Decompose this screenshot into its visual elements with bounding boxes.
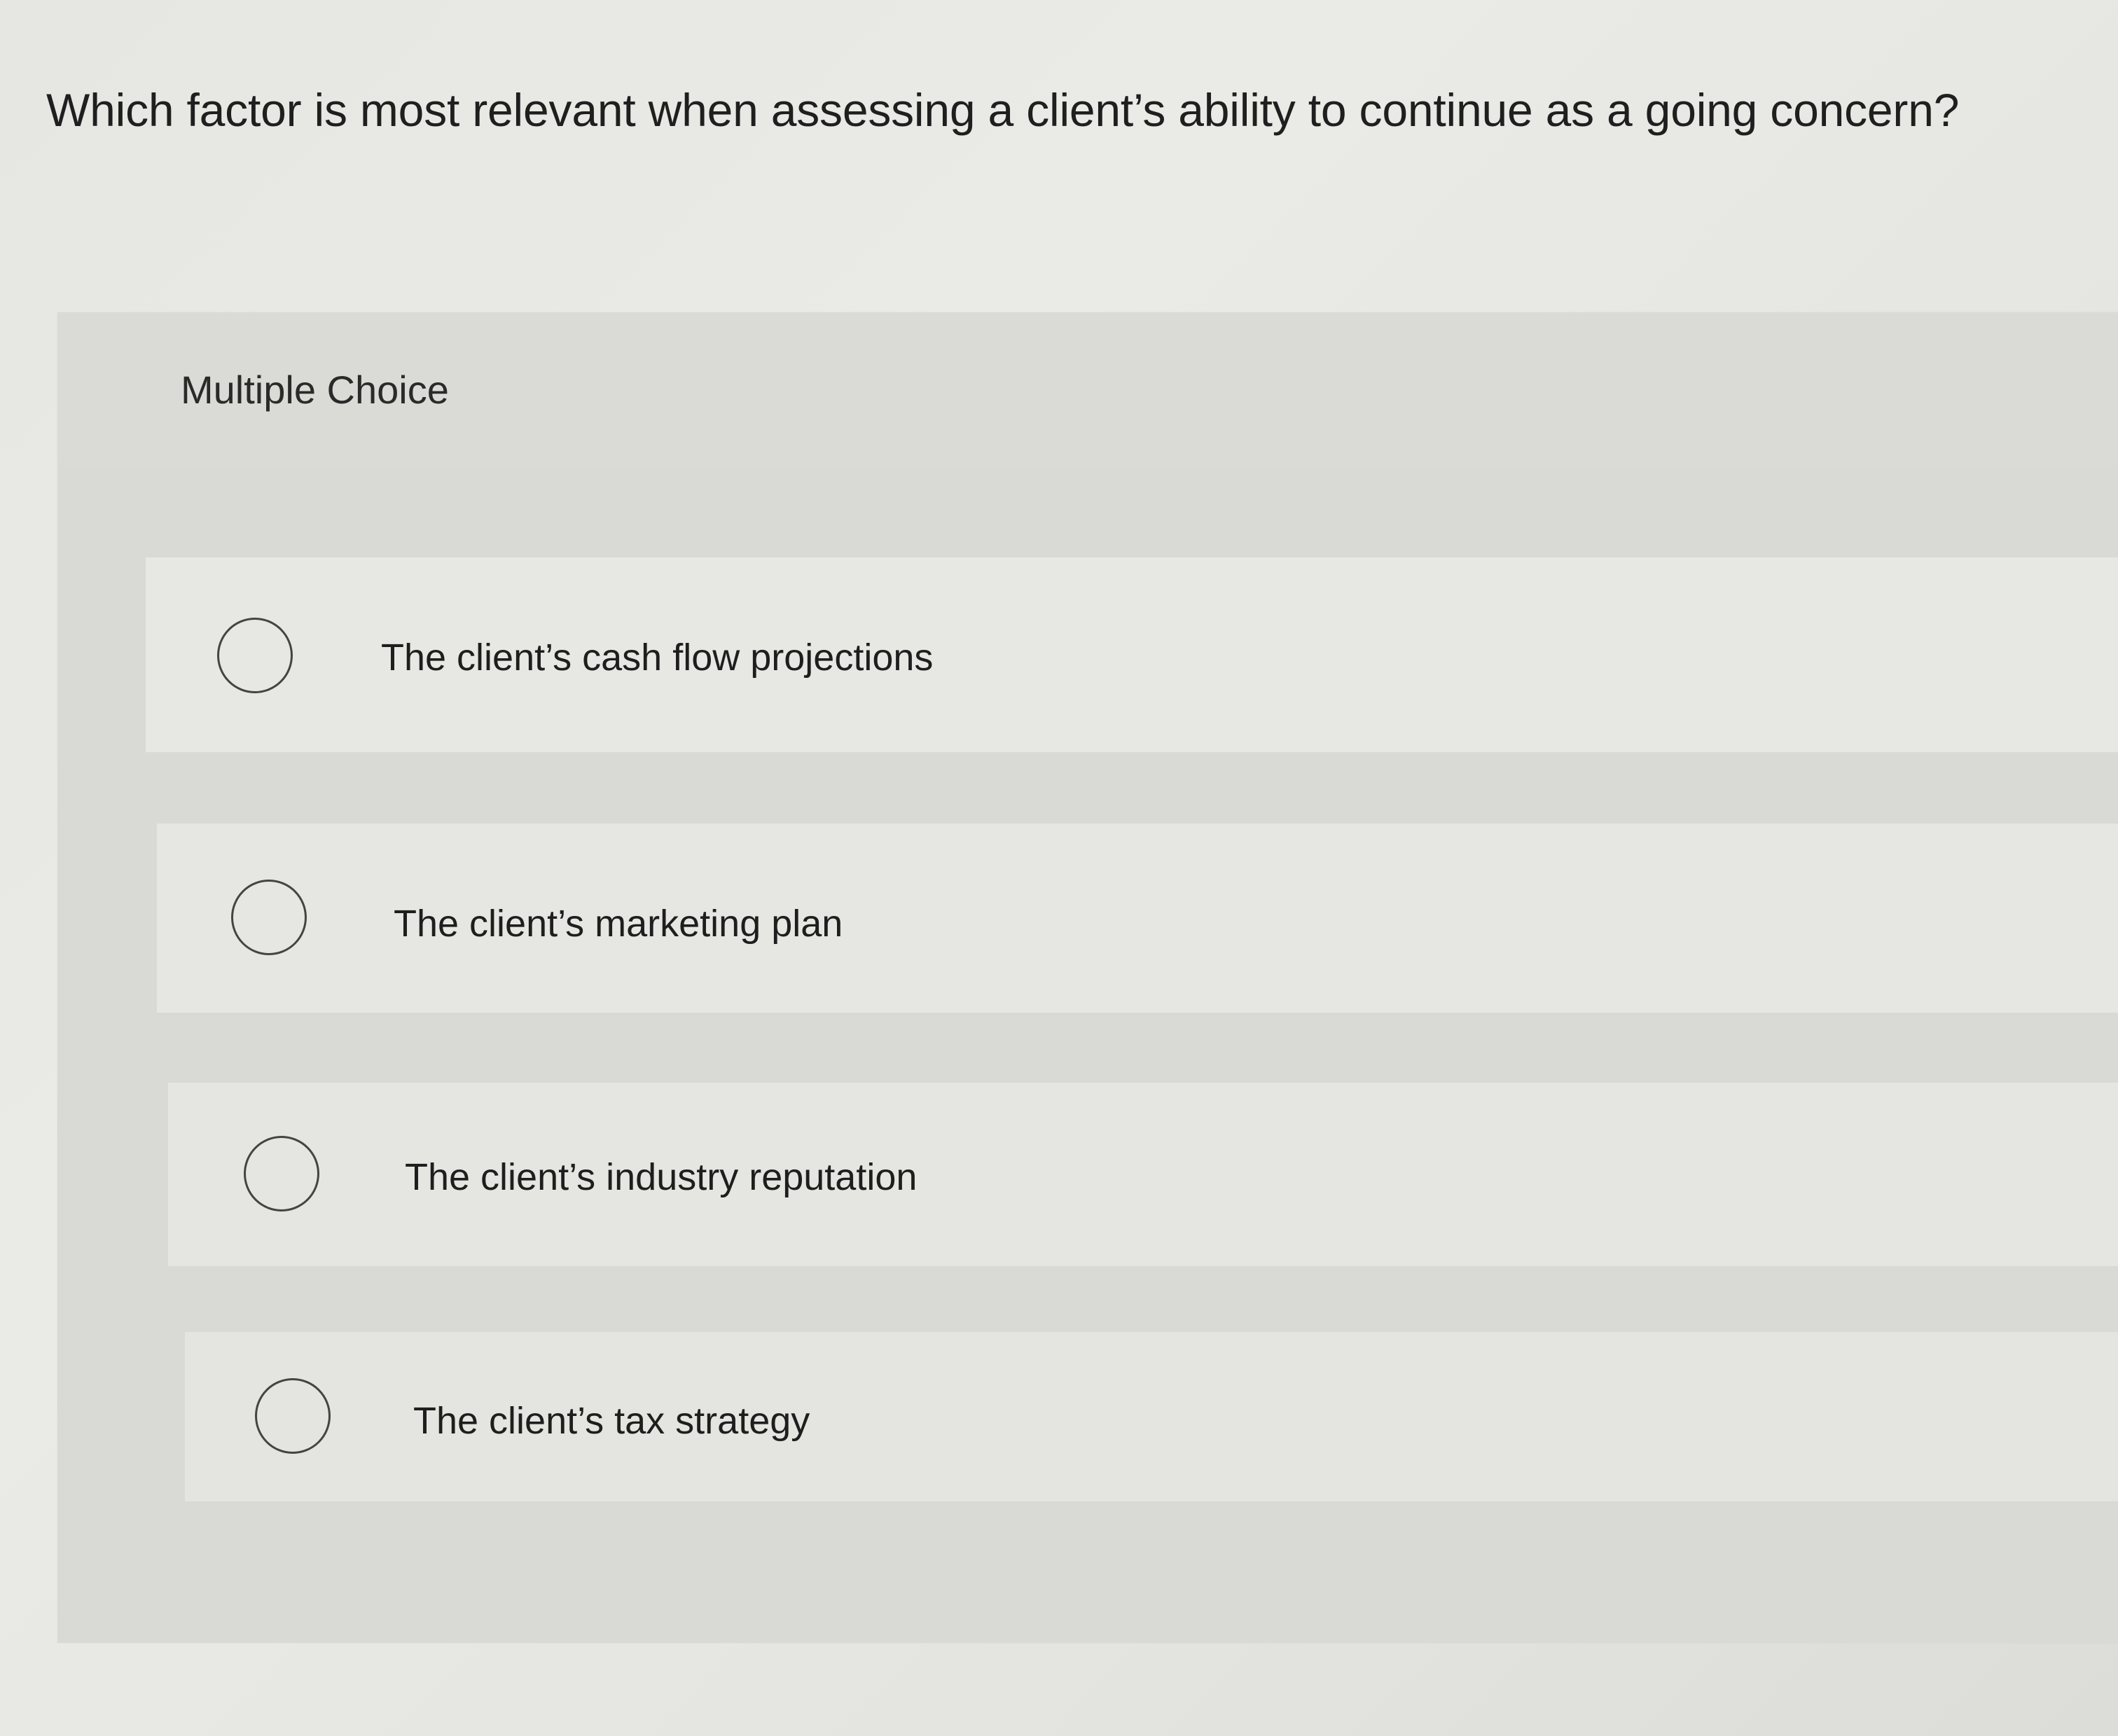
radio-button-icon[interactable] (255, 1378, 331, 1454)
multiple-choice-label: Multiple Choice (181, 368, 449, 412)
answer-option-tax-strategy[interactable]: The client’s tax strategy (185, 1332, 2118, 1501)
radio-button-icon[interactable] (244, 1136, 319, 1211)
radio-button-icon[interactable] (231, 880, 307, 955)
answer-option-label[interactable]: The client’s cash flow projections (381, 636, 933, 679)
answer-option-marketing-plan[interactable]: The client’s marketing plan (157, 824, 2118, 1013)
answer-option-label[interactable]: The client’s marketing plan (394, 902, 843, 945)
answer-option-cash-flow-projections[interactable]: The client’s cash flow projections (146, 557, 2118, 752)
answer-option-label[interactable]: The client’s industry reputation (405, 1155, 917, 1199)
multiple-choice-header: Multiple Choice (57, 312, 2118, 466)
question-text: Which factor is most relevant when asses… (46, 84, 1960, 136)
radio-button-icon[interactable] (217, 618, 293, 693)
answer-option-label[interactable]: The client’s tax strategy (413, 1399, 810, 1443)
answer-option-industry-reputation[interactable]: The client’s industry reputation (168, 1083, 2118, 1266)
